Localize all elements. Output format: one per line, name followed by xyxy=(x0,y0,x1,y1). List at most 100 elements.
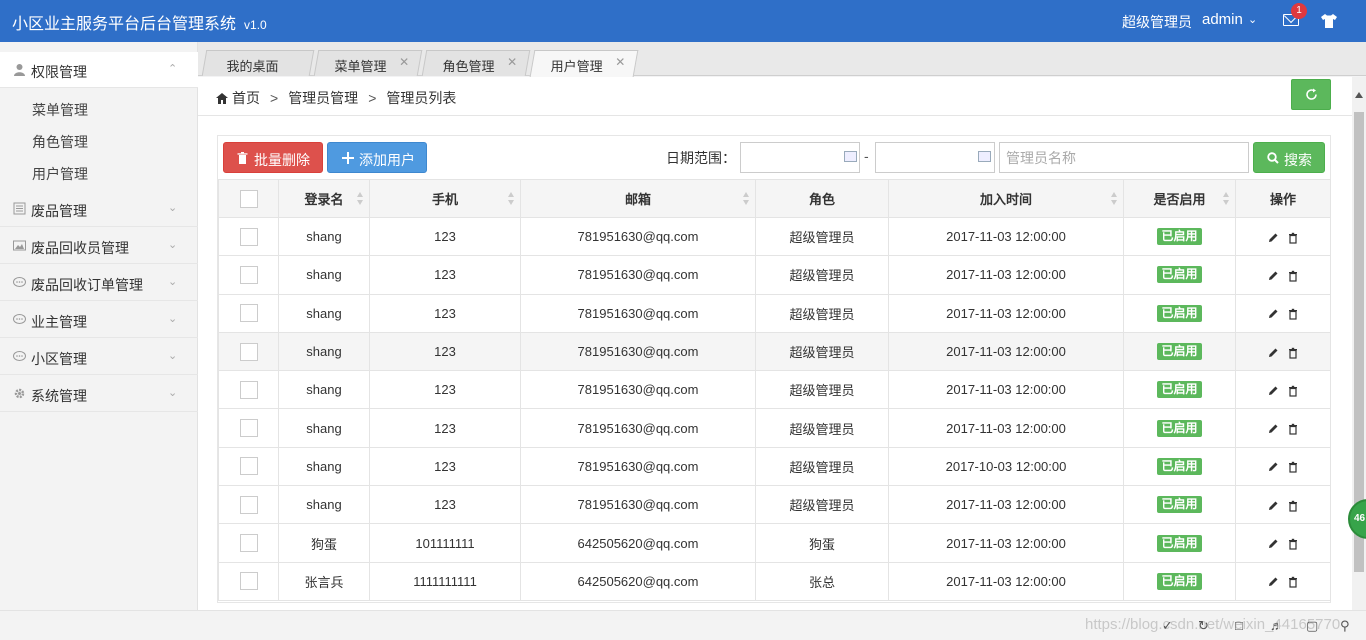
edit-pencil-icon[interactable] xyxy=(1267,423,1279,435)
close-icon[interactable]: ✕ xyxy=(399,55,409,69)
tab-role-management[interactable]: 角色管理 ✕ xyxy=(421,50,531,76)
admin-name-search-input[interactable] xyxy=(999,142,1249,173)
sidebar-group-recyclers[interactable]: 废品回收员管理 ⌄ xyxy=(0,228,198,264)
calendar-icon[interactable] xyxy=(978,151,991,162)
table-row[interactable]: shang 123 781951630@qq.com 超级管理员 2017-11-03 … xyxy=(218,216,1331,257)
user-menu[interactable]: admin xyxy=(1202,11,1243,28)
row-checkbox[interactable] xyxy=(239,457,258,476)
breadcrumb-home[interactable]: 首页 xyxy=(232,90,260,106)
status-badge[interactable]: 已启用 xyxy=(1157,496,1202,514)
row-checkbox[interactable] xyxy=(239,380,258,399)
close-icon[interactable]: ✕ xyxy=(615,55,625,69)
edit-pencil-icon[interactable] xyxy=(1267,270,1279,282)
table-row[interactable]: shang 123 781951630@qq.com 超级管理员 2017-11-03 … xyxy=(218,255,1331,295)
sort-icon[interactable] xyxy=(743,192,749,206)
pin-icon[interactable]: ✓ xyxy=(1162,619,1176,633)
edit-pencil-icon[interactable] xyxy=(1267,576,1279,588)
page-scrollbar[interactable] xyxy=(1352,77,1366,630)
tab-user-management[interactable]: 用户管理 ✕ xyxy=(529,50,639,77)
calendar-icon[interactable] xyxy=(844,151,857,162)
window-icon[interactable]: ▢ xyxy=(1306,619,1320,633)
end-date-input[interactable] xyxy=(875,142,995,173)
status-badge[interactable]: 已启用 xyxy=(1157,534,1202,552)
status-badge[interactable]: 已启用 xyxy=(1157,304,1202,322)
column-header-enabled[interactable]: 是否启用 xyxy=(1123,179,1236,218)
delete-trash-icon[interactable] xyxy=(1287,538,1299,550)
column-header-email[interactable]: 邮箱 xyxy=(520,179,756,218)
row-checkbox[interactable] xyxy=(239,342,258,361)
table-row[interactable]: shang 123 781951630@qq.com 超级管理员 2017-11-03 … xyxy=(218,485,1331,525)
sort-icon[interactable] xyxy=(1111,192,1117,206)
row-checkbox[interactable] xyxy=(239,534,258,553)
status-badge[interactable]: 已启用 xyxy=(1157,228,1202,246)
sort-icon[interactable] xyxy=(1223,192,1229,206)
edit-pencil-icon[interactable] xyxy=(1267,538,1279,550)
start-date-input[interactable] xyxy=(740,142,860,173)
row-checkbox[interactable] xyxy=(239,495,258,514)
table-row[interactable]: shang 123 781951630@qq.com 超级管理员 2017-11-03 … xyxy=(218,370,1331,410)
sync-icon[interactable]: ↻ xyxy=(1198,619,1212,633)
close-icon[interactable]: ✕ xyxy=(507,55,517,69)
status-badge[interactable]: 已启用 xyxy=(1157,266,1202,284)
column-header-phone[interactable]: 手机 xyxy=(369,179,521,218)
edit-pencil-icon[interactable] xyxy=(1267,347,1279,359)
table-row[interactable]: 狗蛋 101111111 642505620@qq.com 狗蛋 2017-11-03 … xyxy=(218,523,1331,563)
table-row[interactable]: shang 123 781951630@qq.com 超级管理员 2017-11-03 … xyxy=(218,408,1331,448)
delete-trash-icon[interactable] xyxy=(1287,308,1299,320)
tab-desktop[interactable]: 我的桌面 xyxy=(201,50,315,76)
sidebar-group-system[interactable]: 系统管理 ⌄ xyxy=(0,376,198,412)
add-user-button[interactable]: 添加用户 xyxy=(327,142,427,173)
theme-shirt-icon[interactable] xyxy=(1320,13,1338,29)
delete-trash-icon[interactable] xyxy=(1287,461,1299,474)
sidebar-group-permissions[interactable]: 权限管理 ⌃ xyxy=(0,52,198,88)
status-badge[interactable]: 已启用 xyxy=(1157,419,1202,437)
column-header-login[interactable]: 登录名 xyxy=(278,179,370,218)
edit-pencil-icon[interactable] xyxy=(1267,308,1279,320)
sidebar-group-orders[interactable]: 废品回收订单管理 ⌄ xyxy=(0,265,198,301)
row-checkbox[interactable] xyxy=(239,227,258,246)
edit-pencil-icon[interactable] xyxy=(1267,461,1279,473)
trash-icon[interactable]: □ xyxy=(1235,619,1249,633)
edit-pencil-icon[interactable] xyxy=(1267,232,1279,244)
refresh-button[interactable] xyxy=(1291,79,1331,110)
sidebar-group-owners[interactable]: 业主管理 ⌄ xyxy=(0,302,198,338)
delete-trash-icon[interactable] xyxy=(1287,270,1299,282)
delete-trash-icon[interactable] xyxy=(1287,500,1299,512)
sidebar-item-role-management[interactable]: 角色管理 xyxy=(32,132,88,152)
status-badge[interactable]: 已启用 xyxy=(1157,381,1202,399)
status-badge[interactable]: 已启用 xyxy=(1157,343,1202,361)
delete-trash-icon[interactable] xyxy=(1287,385,1299,397)
sort-icon[interactable] xyxy=(508,192,514,206)
magnifier-icon[interactable]: ⚲ xyxy=(1340,619,1354,633)
sidebar-group-waste[interactable]: 废品管理 ⌄ xyxy=(0,191,198,227)
status-badge[interactable]: 已启用 xyxy=(1157,457,1202,475)
delete-trash-icon[interactable] xyxy=(1287,347,1299,359)
chevron-down-icon[interactable]: ⌄ xyxy=(1248,13,1257,26)
delete-trash-icon[interactable] xyxy=(1287,232,1299,244)
edit-pencil-icon[interactable] xyxy=(1267,500,1279,512)
sort-icon[interactable] xyxy=(357,192,363,206)
table-row[interactable]: 张言兵 1111111111 642505620@qq.com 张总 2017-11-0… xyxy=(218,561,1331,601)
search-button[interactable]: 搜索 xyxy=(1253,142,1325,173)
sidebar-item-menu-management[interactable]: 菜单管理 xyxy=(32,100,88,120)
table-row[interactable]: shang 123 781951630@qq.com 超级管理员 2017-11-03 … xyxy=(218,293,1331,333)
table-row[interactable]: shang 123 781951630@qq.com 超级管理员 2017-11-03 … xyxy=(218,331,1331,372)
edit-pencil-icon[interactable] xyxy=(1267,385,1279,397)
row-checkbox[interactable] xyxy=(239,304,258,323)
select-all-checkbox[interactable] xyxy=(239,189,258,208)
scroll-up-arrow-icon[interactable] xyxy=(1355,92,1363,98)
status-badge[interactable]: 已启用 xyxy=(1157,572,1202,590)
row-checkbox[interactable] xyxy=(239,419,258,438)
table-row[interactable]: shang 123 781951630@qq.com 超级管理员 2017-10-03 … xyxy=(218,446,1331,487)
delete-trash-icon[interactable] xyxy=(1287,576,1299,588)
volume-icon[interactable]: ♬ xyxy=(1270,619,1284,633)
tab-menu-management[interactable]: 菜单管理 ✕ xyxy=(313,50,423,76)
sidebar-group-communities[interactable]: 小区管理 ⌄ xyxy=(0,339,198,375)
breadcrumb-admin-management[interactable]: 管理员管理 xyxy=(288,90,358,106)
batch-delete-button[interactable]: 批量删除 xyxy=(223,142,323,173)
delete-trash-icon[interactable] xyxy=(1287,423,1299,435)
column-header-joined[interactable]: 加入时间 xyxy=(888,179,1124,218)
row-checkbox[interactable] xyxy=(239,572,258,591)
row-checkbox[interactable] xyxy=(239,265,258,284)
sidebar-item-user-management[interactable]: 用户管理 xyxy=(32,164,88,184)
